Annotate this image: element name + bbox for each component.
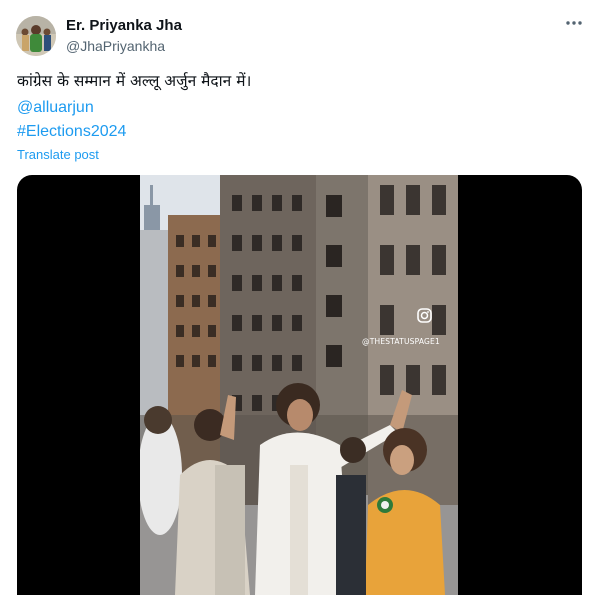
translate-post-link[interactable]: Translate post — [17, 147, 99, 162]
video-frame[interactable]: @THESTATUSPAGE1 — [140, 175, 458, 595]
author-handle[interactable]: @JhaPriyankha — [66, 38, 165, 54]
more-icon — [566, 21, 582, 25]
mention-link[interactable]: @alluarjun — [17, 98, 94, 118]
author-display-name[interactable]: Er. Priyanka Jha — [66, 17, 182, 34]
hashtag-link[interactable]: #Elections2024 — [17, 122, 126, 142]
instagram-icon — [417, 308, 432, 323]
video-player[interactable]: @THESTATUSPAGE1 — [17, 175, 582, 595]
post-text: कांग्रेस के सम्मान में अल्लू अर्जुन मैदा… — [17, 72, 252, 90]
avatar-image — [16, 16, 56, 56]
more-options-button[interactable] — [563, 12, 585, 34]
author-avatar[interactable] — [16, 16, 56, 56]
watermark-text: @THESTATUSPAGE1 — [362, 337, 440, 346]
video-scene — [140, 175, 458, 595]
